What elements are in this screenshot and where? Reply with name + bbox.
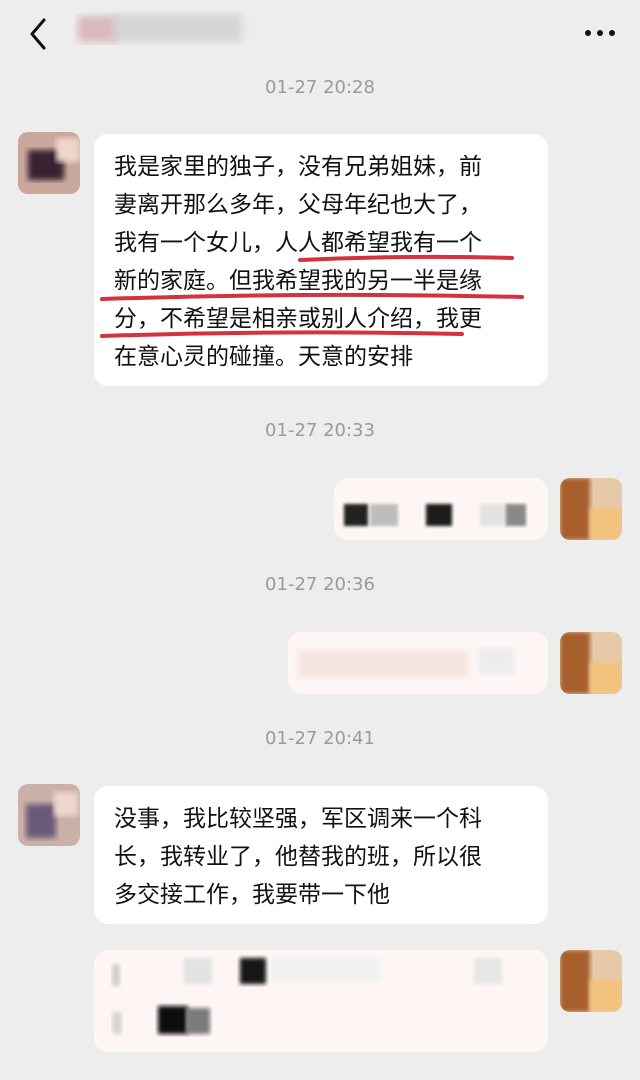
user-avatar[interactable] [560, 632, 622, 694]
user-avatar[interactable] [560, 950, 622, 1012]
message-line: 长，我转业了，他替我的班，所以很 [114, 844, 482, 870]
blurred-message-content [298, 648, 514, 678]
message-line: 没事，我比较坚强，军区调来一个科 [114, 806, 482, 832]
message-line: 多交接工作，我要带一下他 [114, 882, 390, 908]
message-bubble-incoming: 没事，我比较坚强，军区调来一个科 长，我转业了，他替我的班，所以很 多交接工作，… [94, 786, 548, 924]
message-bubble-outgoing [334, 478, 548, 540]
message-text: 没事，我比较坚强，军区调来一个科 长，我转业了，他替我的班，所以很 多交接工作，… [114, 800, 532, 914]
contact-avatar[interactable] [18, 784, 80, 846]
message-bubble-outgoing [288, 632, 548, 694]
message-bubble-outgoing [94, 950, 548, 1052]
timestamp: 01-27 20:33 [265, 420, 375, 441]
blurred-message-content [344, 504, 526, 526]
timestamp: 01-27 20:41 [265, 728, 375, 749]
user-avatar[interactable] [560, 478, 622, 540]
blurred-message-content [112, 958, 502, 1034]
timestamp: 01-27 20:36 [265, 574, 375, 595]
red-underline-annotation [100, 254, 524, 338]
